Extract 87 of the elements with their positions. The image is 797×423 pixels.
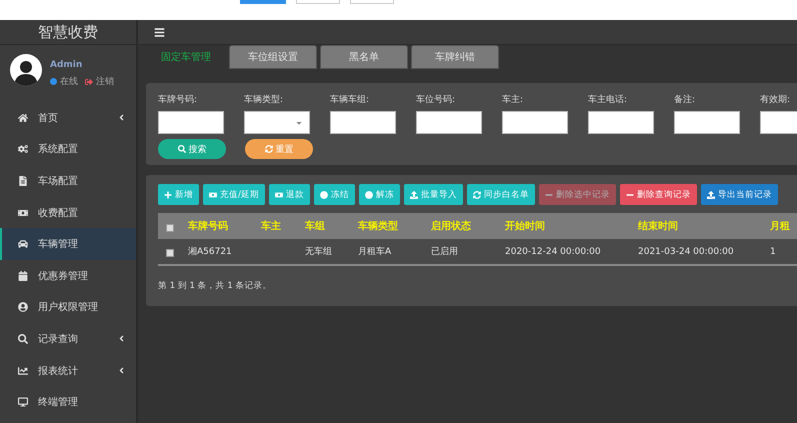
field-label: 车位号码: — [416, 94, 456, 106]
reset-button[interactable]: 重置 — [245, 139, 313, 159]
upload-icon — [410, 190, 418, 198]
table-cell-text: 无车组 — [305, 246, 333, 258]
column-header: 开始时间 — [505, 220, 546, 233]
tab[interactable]: 车位组设置 — [229, 45, 317, 69]
field-label: 车主: — [502, 94, 524, 106]
column-header: 启用状态 — [431, 219, 472, 233]
logout-icon — [85, 78, 93, 86]
pagination-info: 第 1 到 1 条，共 1 条记录。 — [158, 280, 272, 292]
home-icon — [18, 112, 28, 123]
refresh-icon — [264, 145, 272, 153]
column-header: 结束时间 — [638, 220, 679, 233]
status-text: 在线 — [60, 76, 78, 88]
input-field[interactable] — [158, 111, 224, 134]
menu-item[interactable]: 报表统计 — [0, 354, 136, 386]
chevron-icon — [117, 366, 126, 376]
column-header: 车辆类型 — [358, 219, 399, 233]
input-field[interactable] — [330, 111, 396, 134]
calendar-icon — [18, 270, 28, 281]
search-icon — [18, 334, 28, 344]
column-header: 车主 — [261, 219, 282, 233]
user-name: Admin — [50, 60, 82, 70]
plus-icon — [164, 190, 172, 198]
circle-icon — [364, 190, 373, 198]
menu-icon[interactable] — [154, 26, 165, 38]
select-field[interactable] — [244, 111, 310, 134]
table-cell-text: 湘A56721 — [188, 246, 233, 258]
action-button[interactable]: 冻结 — [314, 184, 355, 205]
input-field[interactable] — [674, 111, 740, 134]
action-button[interactable]: 导出当前记录 — [700, 184, 778, 205]
tab[interactable]: 车牌纠错 — [411, 45, 499, 69]
action-button[interactable]: 批量导入 — [404, 184, 463, 205]
circle-icon — [320, 190, 328, 198]
tab[interactable]: 黑名单 — [320, 45, 408, 69]
field-label: 车牌号码: — [158, 94, 198, 106]
logout-link[interactable]: 注销 — [96, 75, 114, 88]
input-field[interactable] — [416, 111, 482, 134]
chevron-icon — [117, 113, 126, 122]
table-cell-text: 2020-12-24 00:00:00 — [505, 246, 602, 256]
online-dot — [50, 78, 57, 85]
checkbox[interactable] — [166, 249, 174, 257]
banknote-icon — [274, 190, 283, 198]
table-cell-text: 月租车A — [358, 246, 392, 258]
table-cell-text: 1 — [770, 246, 777, 256]
action-button[interactable]: 解冻 — [358, 184, 400, 205]
banknote-icon — [209, 190, 217, 198]
menu-item[interactable]: 优惠券管理 — [0, 260, 136, 292]
menu-item[interactable]: 车场配置 — [0, 165, 136, 197]
input-field[interactable] — [588, 111, 654, 134]
menu-item[interactable]: 首页 — [0, 102, 136, 134]
field-label: 车主电话: — [588, 94, 628, 106]
user-icon — [18, 302, 28, 312]
column-header: 车牌号码 — [188, 219, 229, 233]
gears-icon — [18, 144, 28, 154]
menu-item[interactable]: 用户权限管理 — [0, 292, 136, 324]
input-field[interactable] — [502, 111, 568, 134]
action-button[interactable]: 充值/延期 — [203, 184, 265, 205]
avatar — [10, 54, 42, 86]
field-label: 有效期: — [760, 94, 792, 106]
column-header: 月租 — [770, 220, 791, 233]
search-icon — [178, 145, 186, 153]
checkbox[interactable] — [166, 224, 174, 232]
field-label: 车辆类型: — [244, 94, 284, 106]
menu-item[interactable]: 终端管理 — [0, 386, 136, 418]
table-cell-text: 2021-03-24 00:00:00 — [638, 246, 735, 256]
menu-item[interactable]: 车辆管理 — [0, 228, 136, 260]
car-icon — [18, 239, 28, 250]
chevron-icon — [117, 334, 126, 344]
document-icon — [18, 176, 28, 186]
banknote-icon — [18, 208, 28, 218]
action-button[interactable]: 新增 — [158, 184, 199, 205]
refresh-icon — [472, 190, 481, 198]
line-chart-icon — [18, 366, 28, 376]
field-label: 备注: — [674, 94, 696, 106]
menu-item[interactable]: 系统配置 — [0, 134, 136, 166]
menu-item[interactable]: 收费配置 — [0, 196, 136, 228]
action-button[interactable]: 同步白名单 — [466, 184, 535, 205]
action-button[interactable]: 退款 — [268, 184, 310, 205]
field-label: 车辆车组: — [330, 94, 370, 106]
column-header: 车组 — [305, 219, 326, 233]
search-button[interactable]: 搜索 — [158, 139, 226, 159]
monitor-icon — [18, 397, 28, 408]
table-cell-text: 已启用 — [431, 246, 459, 258]
menu-item[interactable]: 记录查询 — [0, 323, 136, 355]
upload-icon — [706, 190, 715, 198]
action-button[interactable]: 删除查询记录 — [620, 184, 697, 205]
